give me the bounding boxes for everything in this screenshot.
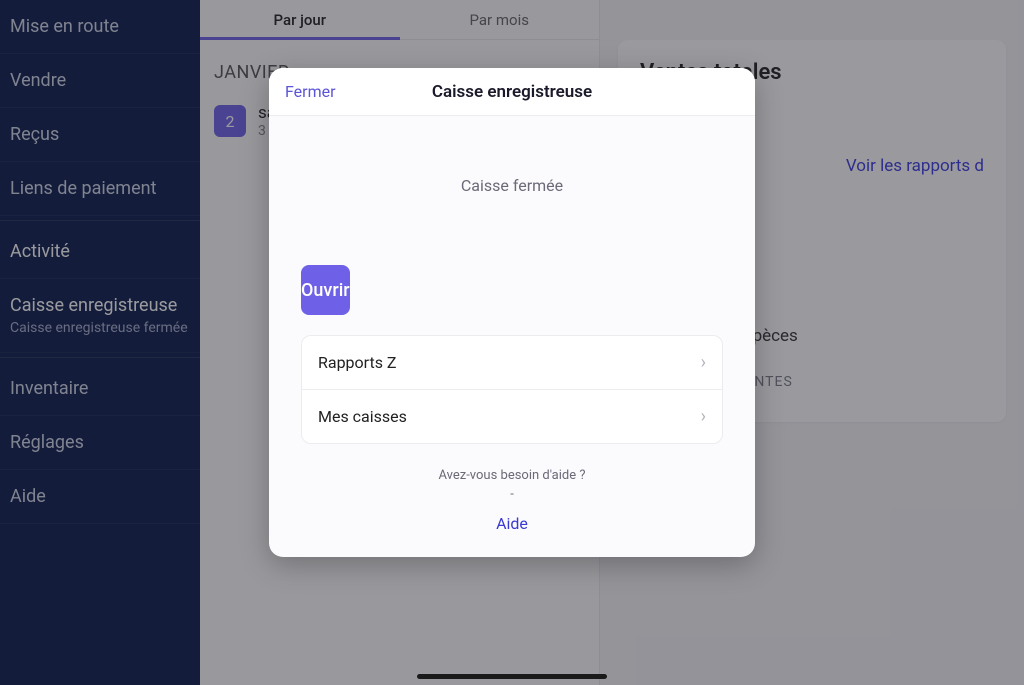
modal-overlay[interactable]: Fermer Caisse enregistreuse Caisse fermé… — [0, 0, 1024, 685]
home-indicator[interactable] — [417, 674, 607, 679]
close-button[interactable]: Fermer — [285, 82, 336, 101]
list-item-label: Rapports Z — [318, 353, 397, 372]
help-dash: - — [269, 487, 755, 502]
help-block: Avez-vous besoin d'aide ? - Aide — [269, 468, 755, 533]
z-reports-item[interactable]: Rapports Z › — [302, 336, 722, 389]
help-question: Avez-vous besoin d'aide ? — [269, 468, 755, 483]
modal-header: Fermer Caisse enregistreuse — [269, 68, 755, 116]
open-button-label: Ouvrir — [301, 280, 350, 301]
help-link[interactable]: Aide — [269, 514, 755, 533]
chevron-right-icon: › — [701, 352, 706, 373]
modal-title: Caisse enregistreuse — [432, 82, 592, 102]
cash-register-modal: Fermer Caisse enregistreuse Caisse fermé… — [269, 68, 755, 557]
modal-options-list: Rapports Z › Mes caisses › — [301, 335, 723, 444]
modal-body: Caisse fermée Ouvrir Rapports Z › Mes ca… — [269, 116, 755, 557]
chevron-right-icon: › — [701, 406, 706, 427]
open-register-button[interactable]: Ouvrir — [301, 265, 350, 315]
my-registers-item[interactable]: Mes caisses › — [302, 389, 722, 443]
list-item-label: Mes caisses — [318, 407, 407, 426]
register-status: Caisse fermée — [269, 116, 755, 265]
